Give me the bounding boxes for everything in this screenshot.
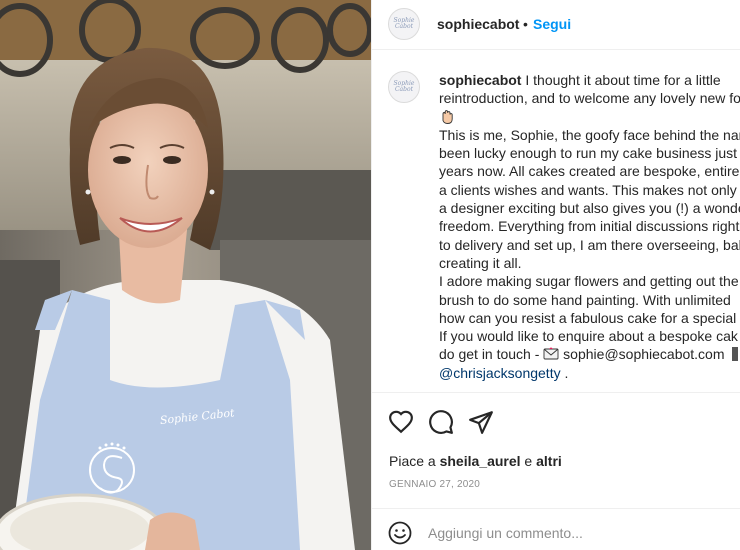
caption-line: been lucky enough to run my cake busines… bbox=[439, 145, 738, 162]
likes-conj: e bbox=[520, 453, 537, 469]
post-date[interactable]: GENNAIO 27, 2020 bbox=[389, 479, 480, 490]
profile-avatar[interactable]: Sophie Cabot bbox=[388, 8, 420, 40]
post-photo[interactable]: Sophie Cabot bbox=[0, 0, 371, 550]
envelope-icon bbox=[543, 347, 559, 360]
caption-line: @chrisjacksongetty . bbox=[439, 364, 740, 382]
post-side-panel: Sophie Cabot sophiecabot • Segui Sophie … bbox=[371, 0, 740, 550]
comment-bar bbox=[372, 508, 740, 550]
likes-user[interactable]: sheila_aurel bbox=[440, 453, 521, 469]
caption-line bbox=[439, 108, 740, 126]
caption-line: sophiecabot I thought it about time for … bbox=[439, 71, 740, 89]
post-header: Sophie Cabot sophiecabot • Segui bbox=[372, 0, 740, 50]
caption-line: years now. All cakes created are bespoke… bbox=[439, 163, 740, 180]
caption-avatar[interactable]: Sophie Cabot bbox=[388, 71, 420, 103]
smiley-icon[interactable] bbox=[388, 521, 412, 545]
caption-line: how can you resist a fabulous cake for a… bbox=[439, 309, 740, 326]
follow-button[interactable]: Segui bbox=[533, 16, 571, 32]
caption-avatar-logo-text: Sophie Cabot bbox=[393, 80, 415, 93]
partial-icon bbox=[732, 347, 739, 362]
heart-icon[interactable] bbox=[388, 409, 414, 435]
caption-username[interactable]: sophiecabot bbox=[439, 72, 521, 88]
caption-line: do get in touch - sophie@sophiecabot.com bbox=[439, 345, 740, 363]
caption-text: I thought it about time for a little bbox=[521, 72, 721, 88]
post-caption: sophiecabot I thought it about time for … bbox=[439, 71, 740, 382]
caption-line: I adore making sugar flowers and getting… bbox=[439, 273, 739, 290]
caption-line: creating it all. bbox=[439, 254, 522, 271]
caption-line: This is me, Sophie, the goofy face behin… bbox=[439, 126, 740, 143]
caption-text: do get in touch - bbox=[439, 346, 544, 363]
separator-dot: • bbox=[523, 16, 528, 32]
caption-line: to delivery and set up, I am there overs… bbox=[439, 236, 740, 253]
caption-line: a designer exciting but also gives you (… bbox=[439, 200, 740, 217]
waving-hand-icon bbox=[442, 109, 453, 124]
caption-line: freedom. Everything from initial discuss… bbox=[439, 218, 740, 235]
post-actions: Piace a sheila_aurel e altri GENNAIO 27,… bbox=[372, 392, 740, 502]
post-photo-illustration: Sophie Cabot bbox=[0, 0, 371, 550]
likes-summary: Piace a sheila_aurel e altri bbox=[389, 453, 562, 469]
caption-line: a clients wishes and wants. This makes n… bbox=[439, 181, 740, 198]
likes-prefix: Piace a bbox=[389, 453, 440, 469]
avatar-logo-text: Sophie Cabot bbox=[393, 17, 415, 30]
paper-plane-icon[interactable] bbox=[468, 409, 494, 435]
caption-text: . bbox=[560, 364, 569, 381]
caption-line: brush to do some hand painting. With unl… bbox=[439, 291, 731, 308]
comment-bubble-icon[interactable] bbox=[428, 409, 454, 435]
post-username[interactable]: sophiecabot bbox=[437, 16, 519, 32]
likes-others[interactable]: altri bbox=[536, 453, 562, 469]
comment-input[interactable] bbox=[428, 522, 718, 544]
caption-mention[interactable]: @chrisjacksongetty bbox=[439, 365, 561, 381]
caption-line: reintroduction, and to welcome any lovel… bbox=[439, 90, 740, 107]
caption-email: sophie@sophiecabot.com bbox=[559, 346, 729, 363]
caption-line: If you would like to enquire about a bes… bbox=[439, 328, 738, 345]
